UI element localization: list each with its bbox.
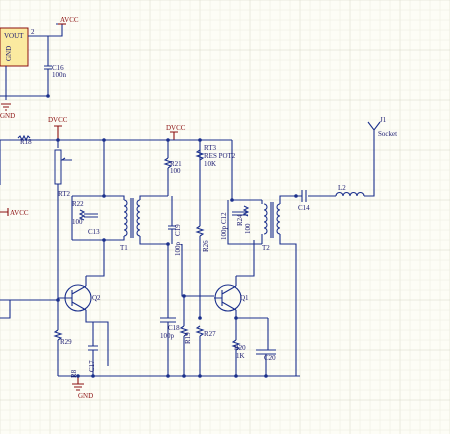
- q2-wires: [85, 240, 109, 366]
- l2-label: L2: [338, 184, 346, 192]
- c16-value: 100n: [52, 71, 67, 79]
- c13-capacitor[interactable]: [84, 213, 98, 218]
- q2-base-wire: [0, 299, 58, 319]
- c18-label: C18: [168, 324, 180, 332]
- r22-value: 100: [72, 218, 83, 226]
- rt3-label: RT3: [204, 144, 217, 152]
- gnd-bottom-label: GND: [78, 392, 93, 400]
- r29-label: R29: [60, 338, 72, 346]
- c20-label: C20: [264, 354, 276, 362]
- ic-gnd-label: GND: [5, 46, 13, 61]
- j1-label: J1: [380, 116, 387, 124]
- regulator-ic[interactable]: VOUT GND: [0, 27, 29, 67]
- c16-capacitor[interactable]: [44, 65, 52, 96]
- dvcc-left-symbol: [54, 125, 62, 140]
- r22-label: R22: [72, 200, 84, 208]
- r27-label: R27: [204, 330, 216, 338]
- gnd-top-symbol: [1, 103, 11, 111]
- c14-label: C14: [298, 204, 310, 212]
- rt2-label: RT2: [58, 190, 71, 198]
- ic-pin-number: 2: [31, 28, 35, 36]
- r20-value: 1K: [236, 352, 245, 360]
- avcc-left-symbol: [0, 208, 9, 216]
- c19-label: C19: [174, 224, 182, 236]
- r18-label: R18: [20, 138, 32, 146]
- r20-label: R20: [234, 344, 246, 352]
- r24-value: 100: [244, 223, 252, 234]
- q1-transistor[interactable]: [214, 276, 242, 318]
- c19-value: 100p: [174, 242, 182, 257]
- ic-pin-label: VOUT: [4, 32, 24, 40]
- dvcc-mid-label: DVCC: [166, 124, 186, 132]
- r26-label: R26: [202, 240, 210, 252]
- dvcc-mid-symbol: [170, 131, 178, 140]
- schematic-drawing[interactable]: VOUT GND 2 AVCC C16 100n GND R18 DVCC RT…: [0, 0, 450, 434]
- dvcc-left-wire: [40, 139, 105, 196]
- q2-label: Q2: [92, 294, 101, 302]
- avcc-top-label: AVCC: [60, 16, 79, 24]
- output-wires: [296, 140, 375, 197]
- c12-value: 100p: [220, 226, 228, 241]
- r24-label: R24: [236, 214, 244, 226]
- dvcc-left-label: DVCC: [48, 116, 68, 124]
- c13-label: C13: [88, 228, 100, 236]
- c17-label: C17: [88, 360, 96, 372]
- rt3-value: 10K: [204, 160, 216, 168]
- avcc-left-label: AVCC: [10, 209, 29, 217]
- gnd-top-label: GND: [0, 112, 15, 120]
- j1-value: Socket: [378, 130, 397, 138]
- c12-label: C12: [220, 212, 228, 224]
- t2-label: T2: [262, 244, 270, 252]
- r27-resistor[interactable]: [195, 325, 205, 376]
- t1-transformer[interactable]: [123, 198, 141, 238]
- gnd-top-wire: [0, 66, 48, 100]
- r21-value: 100: [170, 167, 181, 175]
- t1-label: T1: [120, 244, 128, 252]
- q1-label: Q1: [240, 294, 249, 302]
- r19-label: R19: [184, 332, 192, 344]
- c18-value: 100p: [160, 332, 175, 340]
- schematic-canvas[interactable]: VOUT GND 2 AVCC C16 100n GND R18 DVCC RT…: [0, 0, 450, 434]
- rt3-type: RES POT2: [204, 152, 236, 160]
- q2-transistor[interactable]: [58, 276, 92, 314]
